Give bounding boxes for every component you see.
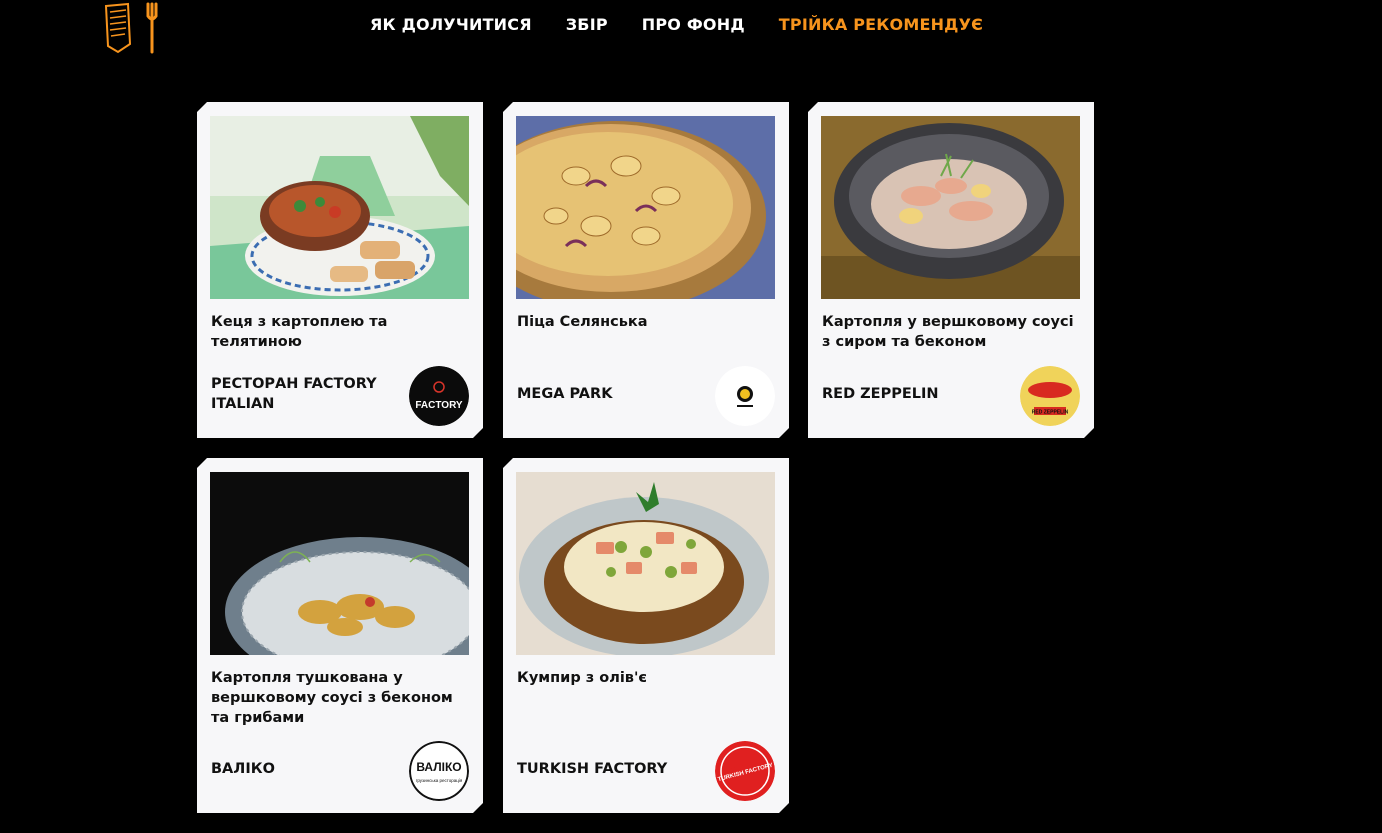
dish-name: Кумпир з олів'є — [517, 670, 647, 686]
dish-card[interactable]: Картопля тушкована у вершковому соусі з … — [197, 458, 483, 813]
dish-photo — [210, 472, 469, 655]
dish-card[interactable]: Кумпир з олів'є TURKISH FACTORY TURKISH … — [503, 458, 789, 813]
factory-italian-logo-icon: FACTORY — [409, 366, 469, 426]
mega-park-logo-icon — [715, 366, 775, 426]
nav-link-recommends[interactable]: ТРІЙКА РЕКОМЕНДУЄ — [779, 15, 983, 34]
restaurant-name: РЕСТОРАН FACTORY ITALIAN — [211, 376, 377, 412]
dish-name: Піца Селянська — [517, 314, 648, 330]
site-logo-icon[interactable] — [104, 2, 166, 54]
main-nav: ЯК ДОЛУЧИТИСЯ ЗБІР ПРО ФОНД ТРІЙКА РЕКОМ… — [370, 15, 983, 34]
restaurant-name: ВАЛІКО — [211, 761, 275, 777]
top-navigation-bar: ЯК ДОЛУЧИТИСЯ ЗБІР ПРО ФОНД ТРІЙКА РЕКОМ… — [0, 0, 1382, 56]
dish-photo — [516, 472, 775, 655]
restaurant-name: MEGA PARK — [517, 386, 613, 402]
dish-photo — [821, 116, 1080, 299]
dish-name: Кеця з картоплею та телятиною — [211, 314, 388, 350]
svg-text:грузинська ресторація: грузинська ресторація — [416, 778, 463, 783]
valiko-logo-icon: ВАЛІКО грузинська ресторація — [409, 741, 469, 801]
nav-link-fundraising[interactable]: ЗБІР — [566, 15, 608, 34]
restaurant-name: RED ZEPPELIN — [822, 386, 939, 402]
dish-name: Картопля у вершковому соусі з сиром та б… — [822, 314, 1074, 350]
red-zeppelin-logo-icon: RED ZEPPELIN — [1020, 366, 1080, 426]
svg-text:FACTORY: FACTORY — [415, 400, 463, 411]
dish-card[interactable]: Кеця з картоплею та телятиною РЕСТОРАН F… — [197, 102, 483, 438]
svg-text:RED ZEPPELIN: RED ZEPPELIN — [1032, 410, 1069, 416]
dish-name: Картопля тушкована у вершковому соусі з … — [211, 670, 453, 726]
turkish-factory-logo-icon: TURKISH FACTORY — [715, 741, 775, 801]
restaurant-name: TURKISH FACTORY — [517, 761, 668, 777]
nav-link-how-to-join[interactable]: ЯК ДОЛУЧИТИСЯ — [370, 15, 532, 34]
dish-photo — [210, 116, 469, 299]
dish-photo — [516, 116, 775, 299]
dish-card[interactable]: Піца Селянська MEGA PARK — [503, 102, 789, 438]
nav-link-about-fund[interactable]: ПРО ФОНД — [642, 15, 745, 34]
svg-text:ВАЛІКО: ВАЛІКО — [416, 760, 461, 774]
dish-card[interactable]: Картопля у вершковому соусі з сиром та б… — [808, 102, 1094, 438]
